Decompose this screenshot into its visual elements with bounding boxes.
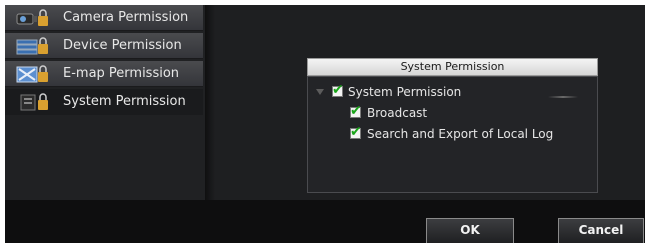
tree-row-root[interactable]: ✔ System Permission: [308, 82, 597, 102]
sidebar-item-emap-permission[interactable]: E-map Permission: [5, 61, 203, 87]
sidebar-divider: [205, 5, 215, 200]
checkmark-icon: ✔: [350, 103, 362, 119]
system-lock-icon: [15, 92, 49, 112]
broadcast-checkbox[interactable]: ✔: [350, 103, 362, 119]
collapse-arrow-icon[interactable]: [316, 89, 324, 95]
tree-row-broadcast[interactable]: ✔ Broadcast: [308, 103, 597, 123]
sidebar-item-device-permission[interactable]: Device Permission: [5, 33, 203, 59]
root-checkbox[interactable]: ✔: [332, 82, 344, 98]
tree-row-local-log[interactable]: ✔ Search and Export of Local Log: [308, 124, 597, 144]
cancel-button[interactable]: Cancel: [558, 218, 644, 243]
panel-header: System Permission: [307, 58, 598, 76]
checkmark-icon: ✔: [332, 82, 344, 98]
permission-window: Camera Permission Device Permission E-ma…: [5, 5, 645, 243]
sidebar-item-label: E-map Permission: [63, 66, 180, 81]
sidebar-item-label: Device Permission: [63, 38, 182, 53]
local-log-checkbox[interactable]: ✔: [350, 124, 362, 140]
sidebar-item-label: System Permission: [63, 94, 186, 109]
tree-label-local-log: Search and Export of Local Log: [367, 127, 554, 141]
sidebar-item-camera-permission[interactable]: Camera Permission: [5, 5, 203, 31]
tree-label-root: System Permission: [348, 85, 462, 99]
permission-sidebar: Camera Permission Device Permission E-ma…: [5, 5, 205, 200]
tree-label-broadcast: Broadcast: [367, 106, 428, 120]
camera-lock-icon: [15, 8, 49, 28]
permission-tree: ✔ System Permission ✔ Broadcast ✔ Search…: [307, 76, 598, 193]
dialog-footer: [5, 200, 645, 243]
ok-button[interactable]: OK: [426, 218, 514, 243]
sidebar-item-label: Camera Permission: [63, 10, 189, 25]
sidebar-item-system-permission[interactable]: System Permission: [5, 89, 203, 115]
device-lock-icon: [15, 36, 49, 56]
checkmark-icon: ✔: [350, 124, 362, 140]
emap-lock-icon: [15, 64, 49, 84]
